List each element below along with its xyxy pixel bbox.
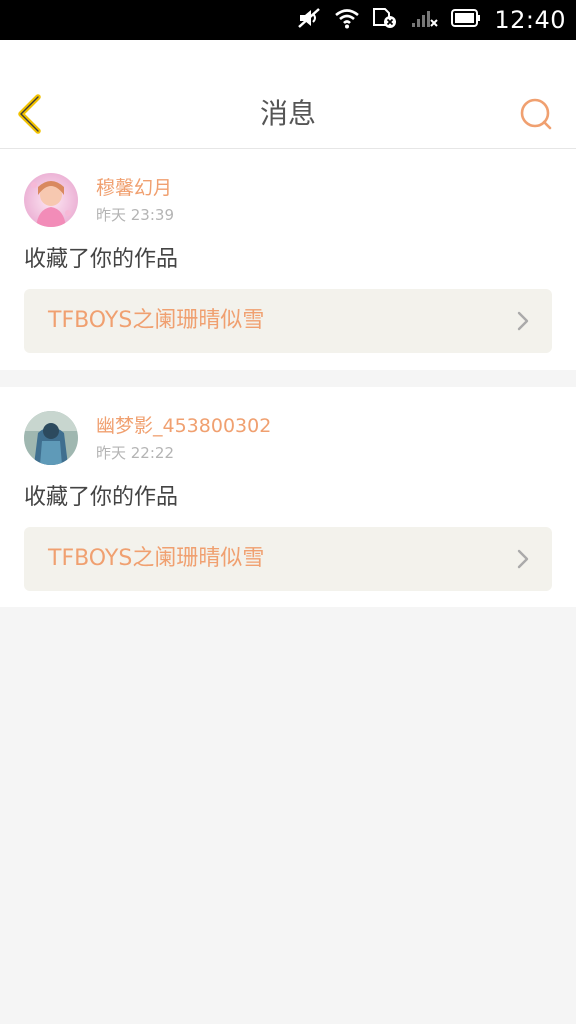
search-button[interactable] <box>518 96 554 132</box>
avatar[interactable] <box>24 173 78 227</box>
work-link[interactable]: TFBOYS之阑珊晴似雪 <box>24 289 552 353</box>
search-icon <box>518 98 554 136</box>
message-item: 幽梦影_453800302 昨天 22:22 收藏了你的作品 TFBOYS之阑珊… <box>0 387 576 607</box>
wifi-icon <box>334 7 360 33</box>
avatar[interactable] <box>24 411 78 465</box>
signal-icon <box>410 7 439 33</box>
message-time: 昨天 23:39 <box>96 206 174 224</box>
message-time: 昨天 22:22 <box>96 444 174 462</box>
chevron-right-icon <box>516 311 530 331</box>
user-name[interactable]: 穆馨幻月 <box>96 176 172 200</box>
work-title: TFBOYS之阑珊晴似雪 <box>48 546 265 571</box>
battery-icon <box>450 7 482 33</box>
sim-off-icon <box>372 7 398 33</box>
page-title: 消息 <box>259 97 316 130</box>
status-icons: 12:40 <box>296 0 566 40</box>
mute-icon <box>296 7 322 33</box>
work-title: TFBOYS之阑珊晴似雪 <box>48 308 265 333</box>
work-link[interactable]: TFBOYS之阑珊晴似雪 <box>24 527 552 591</box>
status-bar: 12:40 <box>0 0 576 40</box>
status-time: 12:40 <box>494 6 566 34</box>
app-header: 消息 <box>0 40 576 149</box>
chevron-right-icon <box>516 549 530 569</box>
user-name[interactable]: 幽梦影_453800302 <box>96 414 271 438</box>
message-action-text: 收藏了你的作品 <box>24 247 179 272</box>
message-item: 穆馨幻月 昨天 23:39 收藏了你的作品 TFBOYS之阑珊晴似雪 <box>0 149 576 370</box>
message-action-text: 收藏了你的作品 <box>24 485 179 510</box>
